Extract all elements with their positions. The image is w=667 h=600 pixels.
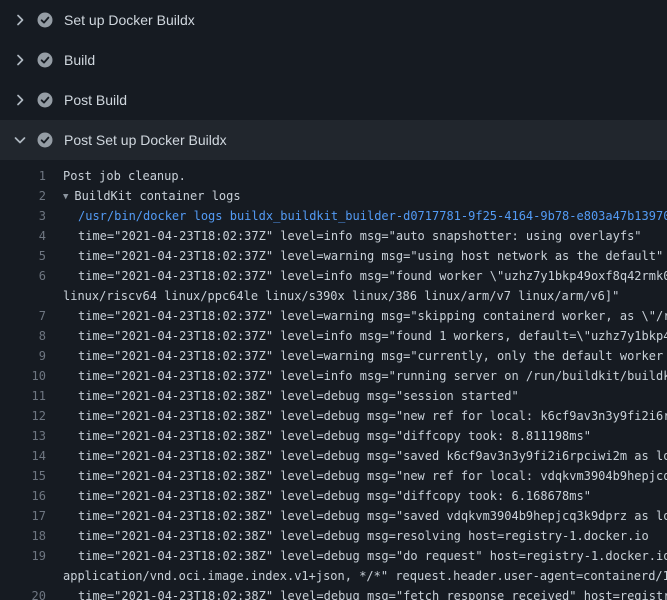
log-line-number[interactable]: 18 — [0, 526, 46, 546]
log-line: 16 time="2021-04-23T18:02:38Z" level=debu… — [0, 486, 667, 506]
log-line: 4 time="2021-04-23T18:02:37Z" level=info … — [0, 226, 667, 246]
log-text: time="2021-04-23T18:02:37Z" level=info m… — [63, 266, 667, 286]
log-line: 18 time="2021-04-23T18:02:38Z" level=debu… — [0, 526, 667, 546]
log-line: 2 ▼ BuildKit container logs — [0, 186, 667, 206]
chevron-right-icon — [12, 92, 28, 108]
log-line: 1 Post job cleanup. — [0, 166, 667, 186]
log-line-number[interactable]: 17 — [0, 506, 46, 526]
log-line-number[interactable]: 15 — [0, 466, 46, 486]
log-line: 20 time="2021-04-23T18:02:38Z" level=debu… — [0, 586, 667, 600]
log-line: 13 time="2021-04-23T18:02:38Z" level=debu… — [0, 426, 667, 446]
log-line: 6 time="2021-04-23T18:02:37Z" level=info … — [0, 266, 667, 286]
log-line-number[interactable]: 7 — [0, 306, 46, 326]
log-text: time="2021-04-23T18:02:37Z" level=info m… — [63, 366, 667, 386]
step-label: Build — [64, 52, 95, 68]
log-line-number[interactable]: 3 — [0, 206, 46, 226]
step-label: Post Build — [64, 92, 127, 108]
chevron-right-icon — [12, 52, 28, 68]
log-line-number[interactable]: 12 — [0, 406, 46, 426]
log-line: 17 time="2021-04-23T18:02:38Z" level=debu… — [0, 506, 667, 526]
log-line-number[interactable]: 2 — [0, 186, 46, 206]
log-text: application/vnd.oci.image.index.v1+json,… — [63, 566, 667, 586]
log-line: 7 time="2021-04-23T18:02:37Z" level=warni… — [0, 306, 667, 326]
chevron-right-icon — [12, 12, 28, 28]
check-circle-icon — [37, 92, 53, 108]
log-text: time="2021-04-23T18:02:38Z" level=debug … — [63, 406, 667, 426]
step-row-set-up-docker-buildx[interactable]: Set up Docker Buildx — [0, 0, 667, 40]
log-line-number[interactable]: 11 — [0, 386, 46, 406]
log-text: linux/riscv64 linux/ppc64le linux/s390x … — [63, 286, 667, 306]
log-text: Post job cleanup. — [63, 166, 667, 186]
step-list: Set up Docker Buildx Build Post Build Post … — [0, 0, 667, 160]
log-line-number[interactable]: 4 — [0, 226, 46, 246]
log-line-number[interactable]: 19 — [0, 546, 46, 566]
log-group-label: BuildKit container logs — [74, 189, 240, 203]
log-line-number[interactable]: 5 — [0, 246, 46, 266]
log-area: 1 Post job cleanup. 2 ▼ BuildKit container l… — [0, 160, 667, 600]
check-circle-icon — [37, 52, 53, 68]
log-text: time="2021-04-23T18:02:37Z" level=info m… — [63, 326, 667, 346]
log-line-number[interactable]: 1 — [0, 166, 46, 186]
log-line: 3/usr/bin/docker logs buildx_buildkit_bu… — [0, 206, 667, 226]
log-line-number[interactable]: 20 — [0, 586, 46, 600]
log-group-toggle[interactable]: ▼ BuildKit container logs — [63, 186, 667, 206]
log-line: 15 time="2021-04-23T18:02:38Z" level=debu… — [0, 466, 667, 486]
log-text: time="2021-04-23T18:02:37Z" level=info m… — [63, 226, 667, 246]
log-line: 10 time="2021-04-23T18:02:37Z" level=info… — [0, 366, 667, 386]
log-command-text: /usr/bin/docker logs buildx_buildkit_bui… — [63, 206, 667, 226]
log-line-number[interactable]: 14 — [0, 446, 46, 466]
log-text: time="2021-04-23T18:02:38Z" level=debug … — [63, 506, 667, 526]
log-line: 11 time="2021-04-23T18:02:38Z" level=debu… — [0, 386, 667, 406]
log-line-number[interactable]: 6 — [0, 266, 46, 286]
log-line-number[interactable]: 13 — [0, 426, 46, 446]
log-line: 9 time="2021-04-23T18:02:37Z" level=warni… — [0, 346, 667, 366]
step-row-build[interactable]: Build — [0, 40, 667, 80]
check-circle-icon — [37, 132, 53, 148]
chevron-down-icon — [12, 132, 28, 148]
log-line-number[interactable]: 16 — [0, 486, 46, 506]
log-line-number[interactable]: 8 — [0, 326, 46, 346]
collapse-triangle-icon: ▼ — [63, 187, 68, 206]
step-label: Set up Docker Buildx — [64, 12, 195, 28]
log-text: time="2021-04-23T18:02:37Z" level=warnin… — [63, 346, 667, 366]
log-text: time="2021-04-23T18:02:38Z" level=debug … — [63, 386, 667, 406]
log-text: time="2021-04-23T18:02:38Z" level=debug … — [63, 486, 667, 506]
log-text: time="2021-04-23T18:02:37Z" level=warnin… — [63, 306, 667, 326]
log-line-number[interactable]: 9 — [0, 346, 46, 366]
log-line-number — [0, 566, 46, 586]
log-line-number — [0, 286, 46, 306]
log-text: time="2021-04-23T18:02:38Z" level=debug … — [63, 586, 667, 600]
check-circle-icon — [37, 12, 53, 28]
log-line: 5 time="2021-04-23T18:02:37Z" level=warni… — [0, 246, 667, 266]
log-text: time="2021-04-23T18:02:38Z" level=debug … — [63, 546, 667, 566]
log-line: 8 time="2021-04-23T18:02:37Z" level=info … — [0, 326, 667, 346]
log-line-continuation: application/vnd.oci.image.index.v1+json,… — [0, 566, 667, 586]
log-text: time="2021-04-23T18:02:38Z" level=debug … — [63, 446, 667, 466]
actions-log-viewer: Set up Docker Buildx Build Post Build Post … — [0, 0, 667, 600]
log-line-number[interactable]: 10 — [0, 366, 46, 386]
log-line: 14 time="2021-04-23T18:02:38Z" level=debu… — [0, 446, 667, 466]
log-text: time="2021-04-23T18:02:37Z" level=warnin… — [63, 246, 667, 266]
log-text: time="2021-04-23T18:02:38Z" level=debug … — [63, 466, 667, 486]
log-text: time="2021-04-23T18:02:38Z" level=debug … — [63, 426, 667, 446]
log-line: 12 time="2021-04-23T18:02:38Z" level=debu… — [0, 406, 667, 426]
log-line-continuation: linux/riscv64 linux/ppc64le linux/s390x … — [0, 286, 667, 306]
step-row-post-set-up-docker-buildx[interactable]: Post Set up Docker Buildx — [0, 120, 667, 160]
step-label: Post Set up Docker Buildx — [64, 132, 227, 148]
log-line: 19 time="2021-04-23T18:02:38Z" level=debu… — [0, 546, 667, 566]
step-row-post-build[interactable]: Post Build — [0, 80, 667, 120]
log-text: time="2021-04-23T18:02:38Z" level=debug … — [63, 526, 667, 546]
